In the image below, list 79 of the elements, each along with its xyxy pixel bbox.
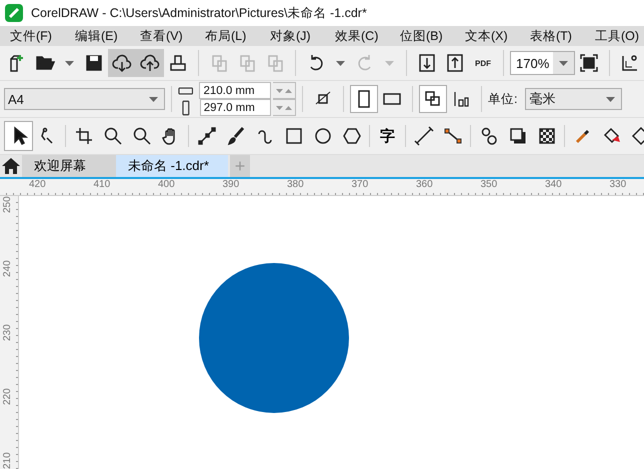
fill-icon	[602, 126, 622, 146]
menu-item[interactable]: 位图(B)	[400, 28, 465, 44]
line-icon	[196, 126, 216, 146]
cloud-up-icon	[140, 53, 160, 73]
pick-tool[interactable]	[4, 121, 33, 151]
caret-icon	[606, 96, 616, 102]
page-size-dropdown[interactable]: A4	[4, 88, 165, 110]
spin-up-icon	[285, 106, 292, 110]
cloud-down-icon	[112, 53, 132, 73]
page-width-icon	[178, 86, 194, 94]
caret-icon	[336, 60, 345, 66]
spin-down-icon	[276, 106, 283, 110]
all-pages-button[interactable]	[419, 85, 447, 113]
text-tool[interactable]: 字	[373, 121, 402, 151]
menu-item[interactable]: 文件(F)	[10, 28, 75, 44]
page-height-field[interactable]: 297.0 mm	[200, 99, 271, 116]
zoom-icon	[102, 126, 122, 146]
save-icon	[84, 53, 104, 73]
publish-pdf-button[interactable]: PDF	[469, 49, 497, 77]
rect-icon	[284, 126, 304, 146]
polygon-icon	[342, 126, 362, 146]
menu-item[interactable]: 对象(J)	[270, 28, 335, 44]
ruler-label: 350	[480, 179, 498, 190]
ruler-label: 400	[158, 179, 176, 190]
page-width-field[interactable]: 210.0 mm	[199, 82, 271, 99]
ruler-label: 210	[3, 452, 13, 469]
menu-item[interactable]: 编辑(E)	[75, 28, 140, 44]
ruler-label: 420	[29, 179, 47, 190]
ruler-label: 220	[3, 388, 13, 407]
document-tab[interactable]: 未命名 -1.cdr*	[116, 155, 228, 177]
menu-item[interactable]: 文本(X)	[465, 28, 530, 44]
fullscreen-icon	[579, 53, 599, 73]
cloud-down-button[interactable]	[108, 49, 136, 77]
menu-item[interactable]: 工具(O)	[595, 28, 644, 44]
units-label: 单位:	[488, 90, 518, 108]
ruler-label: 390	[222, 179, 240, 190]
ruler-label: 330	[610, 179, 628, 190]
home-button[interactable]	[0, 155, 22, 177]
ellipse-icon	[312, 126, 332, 146]
document-tab[interactable]: 欢迎屏幕	[22, 155, 116, 177]
ruler-label: 370	[352, 179, 370, 190]
page-height-icon	[182, 100, 190, 116]
print-icon	[168, 53, 188, 73]
portrait-button[interactable]	[350, 85, 378, 113]
ruler-label: 250	[3, 196, 13, 215]
ruler-label: 230	[3, 324, 13, 343]
options-icon	[620, 53, 640, 73]
caret-icon	[149, 96, 158, 102]
caret-icon	[559, 60, 568, 66]
app-logo-icon	[5, 4, 23, 22]
connector-icon	[442, 126, 462, 146]
zoom-out-icon	[132, 126, 152, 146]
ruler-label: 410	[94, 179, 112, 190]
ruler-label: 380	[287, 179, 305, 190]
window-title: CorelDRAW - C:\Users\Administrator\Pictures\未命名 -1.cdr*	[31, 4, 367, 22]
crop-icon	[74, 126, 94, 146]
dimension-icon	[414, 126, 434, 146]
shadow-icon	[508, 126, 528, 146]
ruler-label: 240	[3, 260, 13, 279]
cloud-up-button[interactable]	[136, 49, 164, 77]
caret-icon	[385, 60, 394, 66]
transparency-icon	[536, 126, 556, 146]
menu-item[interactable]: 效果(C)	[335, 28, 400, 44]
import-icon	[417, 53, 437, 73]
brush-icon	[226, 126, 246, 146]
units-dropdown[interactable]: 毫米	[525, 88, 622, 110]
circle-shape[interactable]	[199, 263, 349, 413]
menu-item[interactable]: 查看(V)	[140, 28, 205, 44]
zoom-level-dropdown[interactable]: 170%	[510, 51, 575, 75]
all-pages-icon	[423, 89, 443, 109]
menu-item[interactable]: 布局(L)	[205, 28, 270, 44]
ruler-label: 340	[545, 179, 563, 190]
home-icon	[1, 156, 21, 176]
caret-icon	[65, 60, 74, 66]
ruler-label: 360	[416, 179, 434, 190]
spin-down-icon	[276, 88, 283, 92]
menu-item[interactable]: 表格(T)	[530, 28, 595, 44]
export-icon	[445, 53, 465, 73]
spin-up-icon	[285, 88, 292, 92]
